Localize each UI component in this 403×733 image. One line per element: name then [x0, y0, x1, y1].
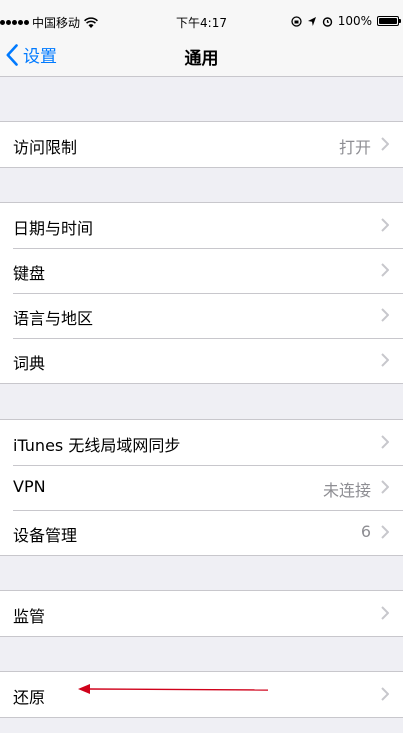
row-label: VPN [13, 477, 46, 496]
keyboard-row[interactable]: 键盘 [0, 248, 403, 293]
chevron-right-icon [381, 480, 389, 494]
dictionary-row[interactable]: 词典 [0, 338, 403, 383]
row-detail: 打开 [338, 138, 371, 157]
restrictions-row[interactable]: 访问限制 打开 [0, 122, 403, 167]
navigation-bar: 设置 通用 [0, 34, 403, 77]
row-label: 还原 [13, 688, 46, 707]
supervision-row[interactable]: 监管 [0, 591, 403, 636]
row-label: iTunes 无线局域网同步 [13, 436, 181, 455]
chevron-right-icon [381, 137, 389, 151]
annotation-arrow [78, 684, 268, 694]
row-detail: 未连接 [322, 481, 371, 500]
row-label: 监管 [13, 607, 46, 626]
orientation-lock-icon [291, 15, 302, 27]
language-region-row[interactable]: 语言与地区 [0, 293, 403, 338]
settings-group-datetime: 日期与时间 键盘 语言与地区 词典 [0, 202, 403, 384]
chevron-right-icon [381, 353, 389, 367]
chevron-right-icon [381, 263, 389, 277]
device-management-row[interactable]: 设备管理 6 [0, 510, 403, 555]
row-detail: 6 [360, 522, 371, 541]
row-label: 词典 [13, 354, 46, 373]
general-settings-screen: 中国移动 下午4:17 100% 设置 通用 访问限制 打开 日期与时间 键盘 … [0, 0, 403, 733]
battery-percent: 100% [337, 14, 372, 28]
row-label: 访问限制 [13, 138, 78, 157]
settings-group-restrictions: 访问限制 打开 [0, 121, 403, 168]
date-time-row[interactable]: 日期与时间 [0, 203, 403, 248]
battery-fill [379, 18, 397, 24]
row-label: 设备管理 [13, 526, 78, 545]
row-label: 日期与时间 [13, 219, 94, 238]
chevron-right-icon [381, 435, 389, 449]
itunes-wifi-sync-row[interactable]: iTunes 无线局域网同步 [0, 420, 403, 465]
alarm-icon [322, 16, 332, 27]
chevron-right-icon [381, 687, 389, 701]
page-title: 通用 [184, 49, 219, 69]
location-icon [307, 16, 316, 26]
settings-group-supervision: 监管 [0, 590, 403, 637]
settings-group-sync: iTunes 无线局域网同步 VPN 未连接 设备管理 6 [0, 419, 403, 556]
row-label: 键盘 [13, 264, 46, 283]
chevron-right-icon [381, 218, 389, 232]
chevron-right-icon [381, 606, 389, 620]
status-right: 100% [291, 14, 401, 28]
chevron-right-icon [381, 525, 389, 539]
vpn-row[interactable]: VPN 未连接 [0, 465, 403, 510]
battery-icon [377, 16, 401, 26]
row-label: 语言与地区 [13, 309, 94, 328]
chevron-right-icon [381, 308, 389, 322]
